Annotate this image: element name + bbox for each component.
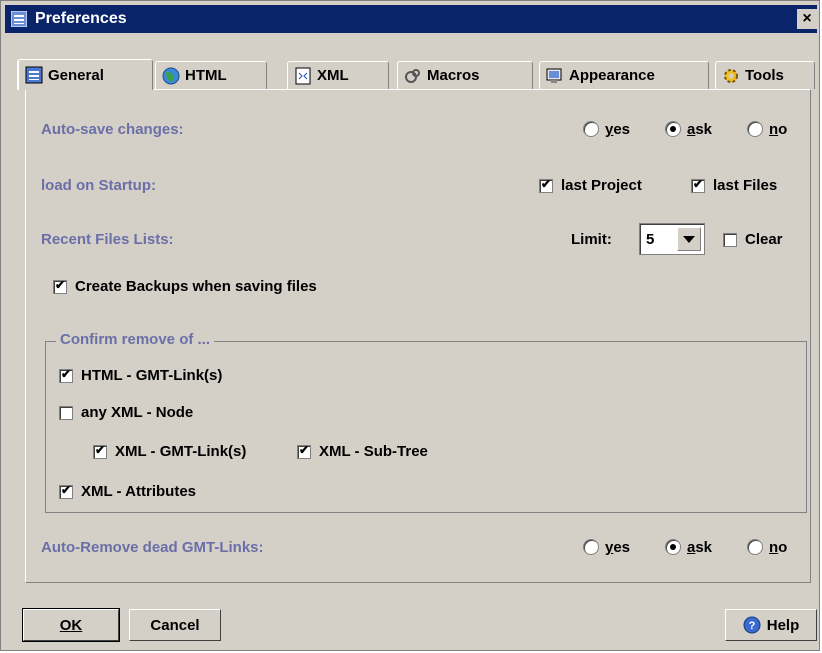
auto-remove-no-label: no: [769, 539, 788, 556]
macros-icon: [405, 68, 420, 83]
clear-checkbox[interactable]: [723, 233, 737, 247]
xml-gmt-links-checkbox[interactable]: [93, 443, 107, 459]
auto-remove-ask-radio[interactable]: [665, 539, 681, 555]
autosave-no-label: no: [769, 121, 788, 138]
gear-icon: [724, 68, 738, 83]
chevron-down-icon[interactable]: [677, 227, 701, 251]
tab-label: Macros: [427, 67, 480, 84]
tab-html[interactable]: HTML: [155, 61, 267, 89]
create-backups-label: Create Backups when saving files: [75, 278, 317, 295]
svg-text:?: ?: [748, 620, 755, 632]
xml-icon: [295, 67, 311, 84]
autosave-yes-label: yes: [605, 121, 631, 138]
globe-icon: [162, 67, 180, 84]
limit-label: Limit:: [571, 231, 612, 248]
preferences-dialog: Preferences × General HTML XML Macros Ap…: [0, 0, 820, 651]
limit-select[interactable]: 5: [639, 223, 705, 255]
recent-files-label: Recent Files Lists:: [41, 231, 174, 248]
tab-label: Appearance: [569, 67, 655, 84]
ok-button[interactable]: OK: [22, 608, 120, 642]
tab-label: General: [48, 66, 104, 84]
tab-general[interactable]: General: [17, 59, 153, 90]
auto-remove-yes-radio[interactable]: [583, 539, 599, 555]
load-on-startup-label: load on Startup:: [41, 177, 156, 194]
help-icon: ?: [743, 616, 761, 634]
tab-label: HTML: [185, 67, 227, 84]
tab-tools[interactable]: Tools: [715, 61, 815, 89]
last-files-label: last Files: [713, 177, 778, 194]
autosave-no-radio[interactable]: [747, 121, 763, 137]
tab-appearance[interactable]: Appearance: [539, 61, 709, 89]
auto-remove-yes-label: yes: [605, 539, 631, 556]
autosave-ask-label: ask: [687, 121, 713, 138]
html-gmt-links-label: HTML - GMT-Link(s): [81, 367, 223, 384]
create-backups-checkbox[interactable]: [53, 278, 67, 294]
appearance-icon: [546, 68, 562, 83]
xml-sub-tree-label: XML - Sub-Tree: [319, 443, 428, 460]
general-icon: [25, 66, 43, 84]
tab-macros[interactable]: Macros: [397, 61, 533, 89]
title-bar[interactable]: Preferences ×: [5, 5, 817, 33]
tab-label: Tools: [745, 67, 784, 84]
confirm-remove-legend: Confirm remove of ...: [56, 331, 215, 348]
tab-strip: General HTML XML Macros Appearance Tools: [15, 59, 815, 90]
help-button-label: Help: [766, 616, 800, 634]
html-gmt-links-checkbox[interactable]: [59, 367, 73, 383]
limit-value: 5: [646, 231, 655, 248]
last-project-checkbox[interactable]: [539, 177, 553, 193]
auto-remove-ask-label: ask: [687, 539, 713, 556]
xml-attributes-label: XML - Attributes: [81, 483, 196, 500]
cancel-button-label: Cancel: [150, 616, 200, 634]
app-icon: [11, 11, 27, 27]
auto-remove-no-radio[interactable]: [747, 539, 763, 555]
xml-attributes-checkbox[interactable]: [59, 483, 73, 499]
cancel-button[interactable]: Cancel: [129, 609, 221, 641]
help-button[interactable]: ? Help: [725, 609, 817, 641]
clear-label: Clear: [745, 231, 783, 248]
autosave-ask-radio[interactable]: [665, 121, 681, 137]
tab-xml[interactable]: XML: [287, 61, 389, 89]
close-button[interactable]: ×: [797, 9, 817, 29]
any-xml-node-label: any XML - Node: [81, 404, 194, 421]
autosave-yes-radio[interactable]: [583, 121, 599, 137]
auto-remove-label: Auto-Remove dead GMT-Links:: [41, 539, 264, 556]
any-xml-node-checkbox[interactable]: [59, 406, 73, 420]
xml-sub-tree-checkbox[interactable]: [297, 443, 311, 459]
tab-label: XML: [317, 67, 349, 84]
window-title: Preferences: [35, 10, 127, 27]
xml-gmt-links-label: XML - GMT-Link(s): [115, 443, 247, 460]
last-project-label: last Project: [561, 177, 642, 194]
autosave-label: Auto-save changes:: [41, 121, 184, 138]
last-files-checkbox[interactable]: [691, 177, 705, 193]
ok-button-label: OK: [59, 616, 83, 634]
